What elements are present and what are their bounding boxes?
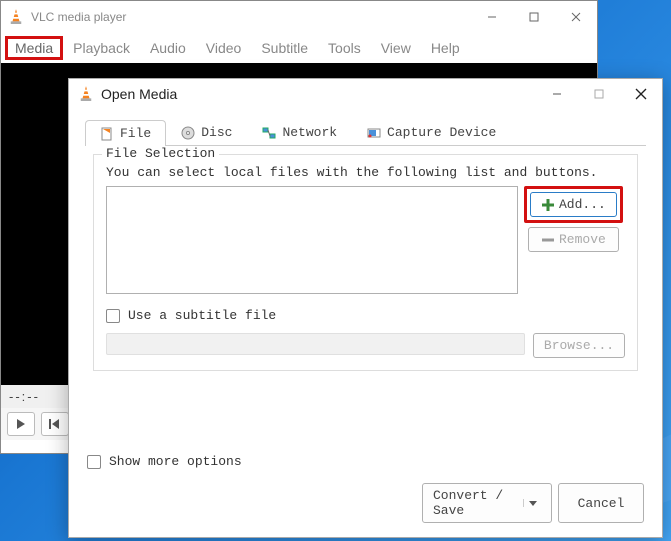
- vlc-title: VLC media player: [31, 10, 471, 24]
- open-media-dialog: Open Media File Disc Network Capture Dev…: [68, 78, 663, 538]
- vlc-icon: [9, 9, 23, 25]
- convert-save-label: Convert / Save: [433, 488, 519, 518]
- tab-capture-label: Capture Device: [387, 125, 496, 140]
- om-maximize-button[interactable]: [578, 79, 620, 109]
- browse-button[interactable]: Browse...: [533, 333, 625, 358]
- play-button[interactable]: [7, 412, 35, 436]
- maximize-button[interactable]: [513, 2, 555, 32]
- vlc-icon: [79, 86, 93, 102]
- minimize-button[interactable]: [471, 2, 513, 32]
- subtitle-path-input[interactable]: [106, 333, 525, 355]
- add-button-label: Add...: [559, 197, 606, 212]
- file-selection-group: File Selection You can select local file…: [93, 154, 638, 371]
- om-close-button[interactable]: [620, 79, 662, 109]
- capture-icon: [367, 126, 381, 140]
- menu-playback[interactable]: Playback: [63, 36, 140, 60]
- menu-video[interactable]: Video: [196, 36, 252, 60]
- convert-save-button[interactable]: Convert / Save: [422, 483, 552, 523]
- menu-tools[interactable]: Tools: [318, 36, 371, 60]
- tab-network[interactable]: Network: [247, 119, 352, 145]
- add-button-highlight: Add...: [524, 186, 623, 223]
- cancel-button[interactable]: Cancel: [558, 483, 644, 523]
- show-more-options[interactable]: Show more options: [87, 454, 242, 469]
- menu-media[interactable]: Media: [5, 36, 63, 60]
- menu-subtitle[interactable]: Subtitle: [251, 36, 318, 60]
- cancel-button-label: Cancel: [578, 496, 625, 511]
- subtitle-checkbox[interactable]: [106, 309, 120, 323]
- file-list[interactable]: [106, 186, 518, 294]
- remove-button-label: Remove: [559, 232, 606, 247]
- menu-help[interactable]: Help: [421, 36, 470, 60]
- tab-network-label: Network: [282, 125, 337, 140]
- add-button[interactable]: Add...: [530, 192, 617, 217]
- tab-capture[interactable]: Capture Device: [352, 119, 511, 145]
- vlc-titlebar[interactable]: VLC media player: [1, 1, 597, 33]
- chevron-down-icon: [529, 499, 537, 507]
- subtitle-label: Use a subtitle file: [128, 308, 276, 323]
- tab-disc-label: Disc: [201, 125, 232, 140]
- plus-icon: [541, 198, 555, 212]
- close-button[interactable]: [555, 2, 597, 32]
- show-more-label: Show more options: [109, 454, 242, 469]
- tab-file[interactable]: File: [85, 120, 166, 146]
- network-icon: [262, 126, 276, 140]
- menu-audio[interactable]: Audio: [140, 36, 196, 60]
- tab-disc[interactable]: Disc: [166, 119, 247, 145]
- show-more-checkbox[interactable]: [87, 455, 101, 469]
- convert-dropdown[interactable]: [523, 499, 541, 507]
- open-media-titlebar[interactable]: Open Media: [69, 79, 662, 109]
- file-selection-legend: File Selection: [102, 146, 219, 161]
- open-media-title: Open Media: [101, 86, 536, 102]
- file-selection-hint: You can select local files with the foll…: [106, 165, 625, 180]
- om-minimize-button[interactable]: [536, 79, 578, 109]
- minus-icon: [541, 233, 555, 247]
- previous-button[interactable]: [41, 412, 69, 436]
- file-icon: [100, 127, 114, 141]
- vlc-menubar: Media Playback Audio Video Subtitle Tool…: [1, 33, 597, 63]
- browse-button-label: Browse...: [544, 338, 614, 353]
- disc-icon: [181, 126, 195, 140]
- open-media-tabs: File Disc Network Capture Device: [85, 119, 646, 146]
- menu-view[interactable]: View: [371, 36, 421, 60]
- remove-button[interactable]: Remove: [528, 227, 619, 252]
- tab-file-label: File: [120, 126, 151, 141]
